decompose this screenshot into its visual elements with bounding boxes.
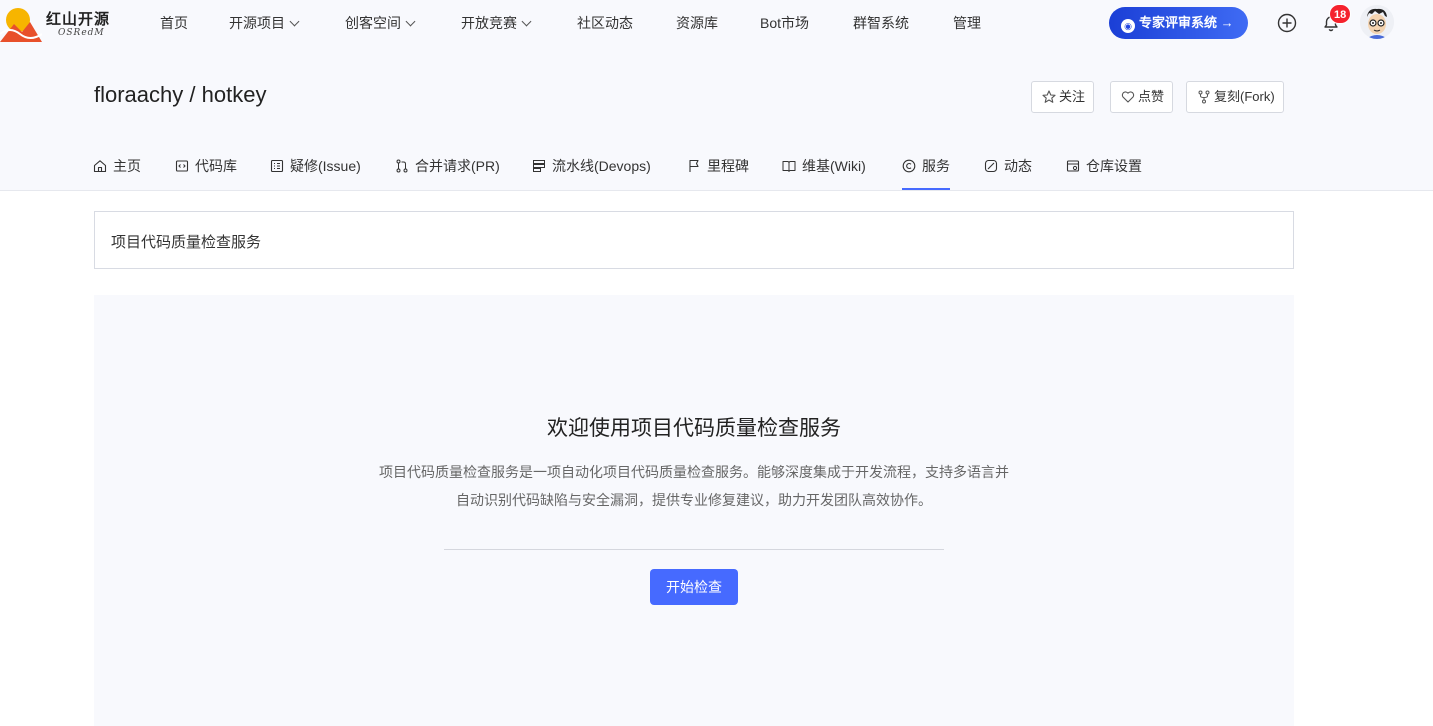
watch-label: 关注 [1059,89,1086,104]
nav-community-news-label: 社区动态 [577,15,633,31]
home-icon [93,160,107,173]
tab-services[interactable]: 服务 [902,146,950,190]
nav-swarm-system-label: 群智系统 [853,15,909,31]
tab-devops[interactable]: 流水线(Devops) [532,146,651,190]
nav-home-label: 首页 [160,15,188,31]
tab-activity-label: 动态 [1004,158,1032,174]
activity-icon [984,159,998,173]
notification-count-badge: 18 [1329,4,1352,24]
like-button[interactable]: 点赞 [1110,81,1174,113]
expert-review-label: 专家评审系统 [1139,15,1218,30]
watch-button[interactable]: 关注 [1031,81,1095,113]
fork-button[interactable]: 复刻(Fork) [1186,81,1284,113]
tab-settings-label: 仓库设置 [1086,158,1142,174]
issue-icon [270,159,284,173]
star-icon [1042,90,1056,103]
repo-title: floraachy / hotkey [94,82,266,108]
tab-services-label: 服务 [922,158,950,174]
tab-wiki-label: 维基(Wiki) [802,158,866,174]
tab-milestones[interactable]: 里程碑 [687,146,749,190]
chevron-down-icon [289,16,300,27]
tab-home[interactable]: 主页 [93,146,141,190]
arrow-right-icon: → [1217,15,1234,30]
top-navbar: 红山开源 OSRedM 首页 开源项目 创客空间 开放竞赛 社区动态 资源库 B… [0,0,1433,46]
nav-open-source-projects-label: 开源项目 [229,15,285,31]
welcome-description: 项目代码质量检查服务是一项自动化项目代码质量检查服务。能够深度集成于开发流程，支… [344,458,1044,514]
welcome-description-line-2: 自动识别代码缺陷与安全漏洞，提供专业修复建议，助力开发团队高效协作。 [456,492,932,508]
nav-bot-market-label: Bot市场 [760,15,810,31]
start-check-button[interactable]: 开始检查 [650,569,738,605]
service-welcome-panel: 欢迎使用项目代码质量检查服务 项目代码质量检查服务是一项自动化项目代码质量检查服… [94,295,1294,726]
service-icon [902,159,916,173]
tab-issues[interactable]: 疑修(Issue) [270,146,361,190]
service-bar-title: 项目代码质量检查服务 [111,234,262,251]
pull-request-icon [396,159,408,173]
repo-owner-link[interactable]: floraachy [94,82,183,107]
nav-bot-market[interactable]: Bot市场 [760,13,809,33]
logo-mark-icon [0,8,42,42]
nav-open-source-projects[interactable]: 开源项目 [229,13,300,33]
tab-code[interactable]: 代码库 [175,146,237,190]
nav-home[interactable]: 首页 [160,13,188,33]
tab-wiki[interactable]: 维基(Wiki) [782,146,866,190]
divider [444,549,944,550]
fork-icon [1198,90,1210,104]
logo-subtitle: OSRedM [58,28,105,38]
book-icon [782,161,796,172]
tab-pull-requests-label: 合并请求(PR) [415,158,500,174]
nav-open-competition[interactable]: 开放竞赛 [461,13,532,33]
nav-open-competition-label: 开放竞赛 [461,15,517,31]
nav-community-news[interactable]: 社区动态 [577,13,633,33]
tab-milestones-label: 里程碑 [707,158,749,174]
tab-activity[interactable]: 动态 [984,146,1032,190]
tab-devops-label: 流水线(Devops) [552,158,651,174]
graduation-cap-icon: ◉ [1121,19,1135,33]
like-label: 点赞 [1138,89,1165,104]
tab-settings[interactable]: 仓库设置 [1066,146,1142,190]
heart-icon [1121,91,1135,103]
nav-maker-space-label: 创客空间 [345,15,401,31]
chevron-down-icon [405,16,416,27]
welcome-description-line-1: 项目代码质量检查服务是一项自动化项目代码质量检查服务。能够深度集成于开发流程，支… [379,464,1009,480]
nav-admin-label: 管理 [953,15,981,31]
code-icon [175,160,189,172]
welcome-title: 欢迎使用项目代码质量检查服务 [547,417,841,440]
tab-issues-label: 疑修(Issue) [290,158,361,174]
pipeline-icon [533,160,545,172]
repo-name-link[interactable]: hotkey [202,82,267,107]
site-logo[interactable]: 红山开源 OSRedM [0,4,120,42]
tab-home-label: 主页 [113,158,141,174]
chevron-down-icon [521,16,532,27]
settings-icon [1066,160,1080,172]
nav-maker-space[interactable]: 创客空间 [345,13,416,33]
expert-review-button[interactable]: ◉ 专家评审系统 → [1109,7,1248,39]
service-title-bar: 项目代码质量检查服务 [94,211,1294,269]
repo-separator: / [183,82,202,107]
logo-title: 红山开源 [46,10,111,28]
tab-pull-requests[interactable]: 合并请求(PR) [395,146,500,190]
nav-resources-label: 资源库 [676,15,718,31]
flag-icon [689,159,699,172]
tab-code-label: 代码库 [195,158,237,174]
nav-resources[interactable]: 资源库 [676,13,718,33]
avatar-face-icon [1360,5,1394,39]
repo-header: floraachy / hotkey 关注 点赞 复刻(Fork) 主页 代码库… [0,46,1433,191]
fork-label: 复刻(Fork) [1214,89,1275,104]
user-avatar[interactable] [1360,5,1394,39]
nav-swarm-system[interactable]: 群智系统 [853,13,909,33]
nav-admin[interactable]: 管理 [953,13,981,33]
plus-circle-icon[interactable] [1277,13,1297,33]
